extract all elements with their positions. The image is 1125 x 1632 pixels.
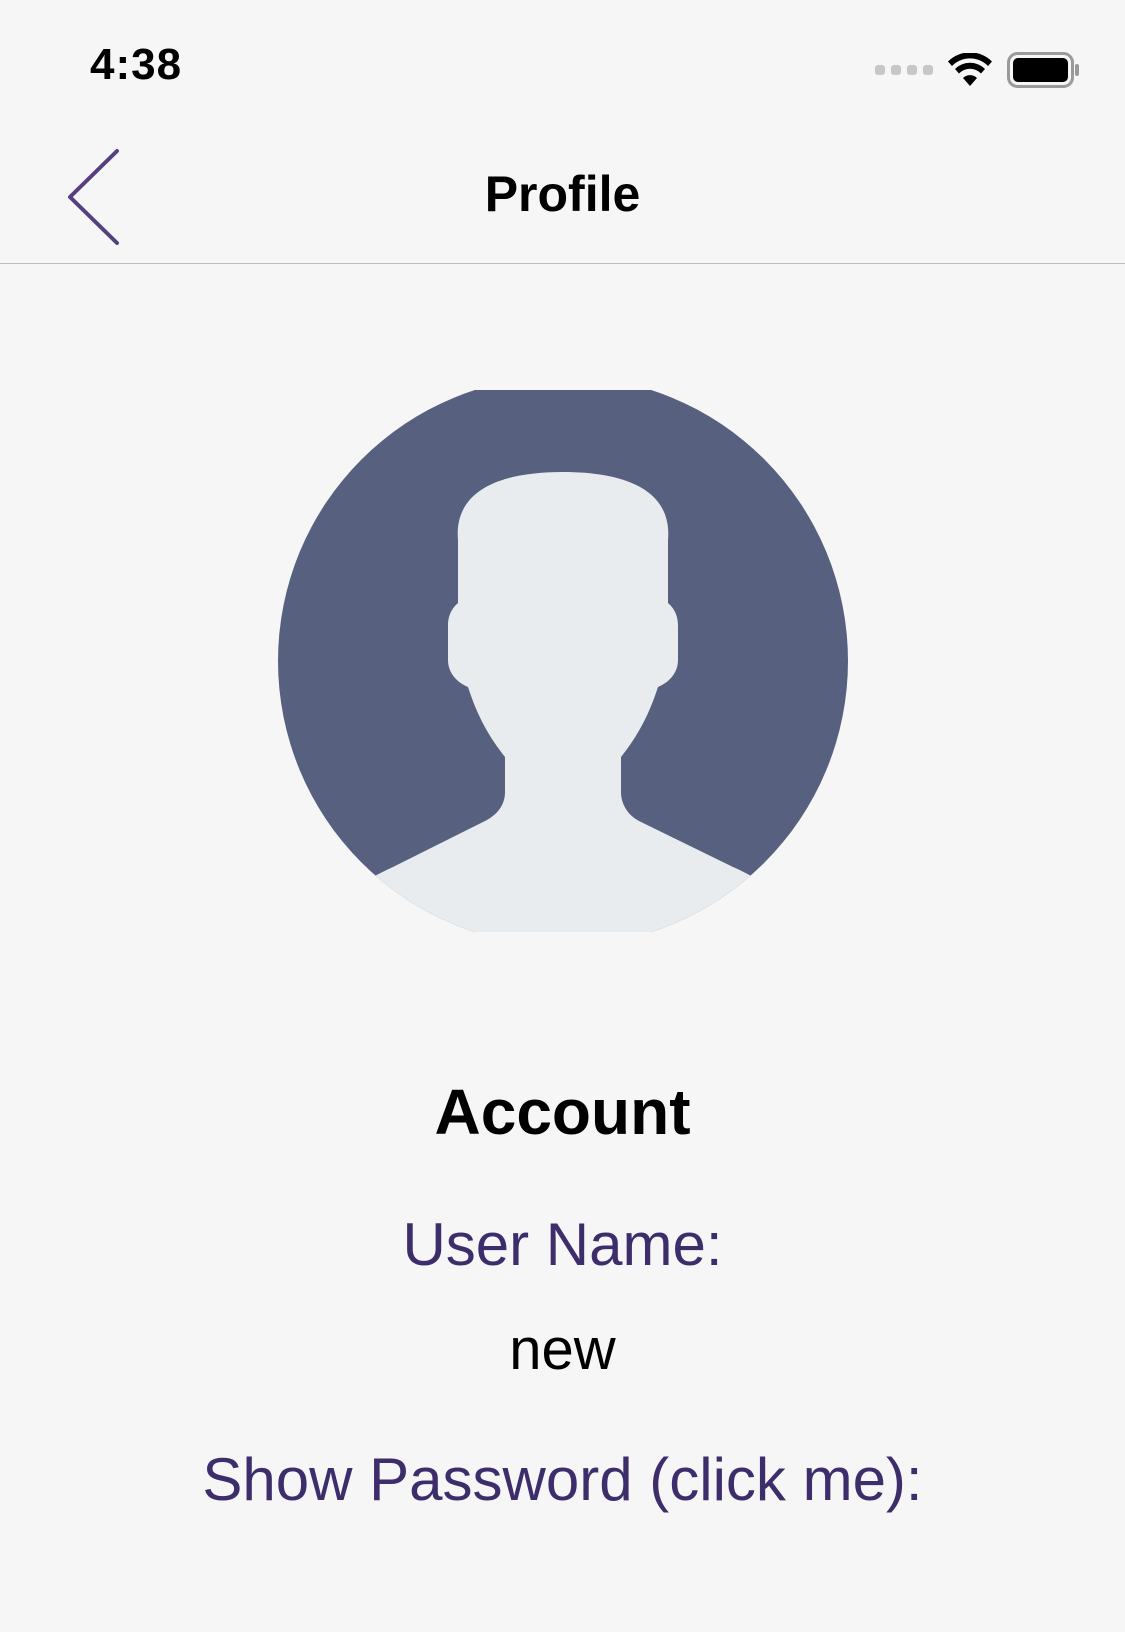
user-silhouette-icon xyxy=(278,390,848,932)
status-time: 4:38 xyxy=(90,40,183,89)
status-icons xyxy=(875,50,1081,90)
show-password-button[interactable]: Show Password (click me): xyxy=(0,1445,1125,1514)
page-title: Profile xyxy=(484,166,641,222)
username-value: new xyxy=(509,1317,616,1382)
status-bar: 4:38 xyxy=(0,0,1125,135)
cellular-dots-icon xyxy=(875,65,933,75)
username-label: User Name: xyxy=(402,1211,723,1278)
battery-icon xyxy=(1007,52,1079,88)
account-section-title: Account xyxy=(434,1076,691,1148)
nav-bar: Profile xyxy=(0,135,1125,264)
wifi-icon xyxy=(948,53,992,86)
